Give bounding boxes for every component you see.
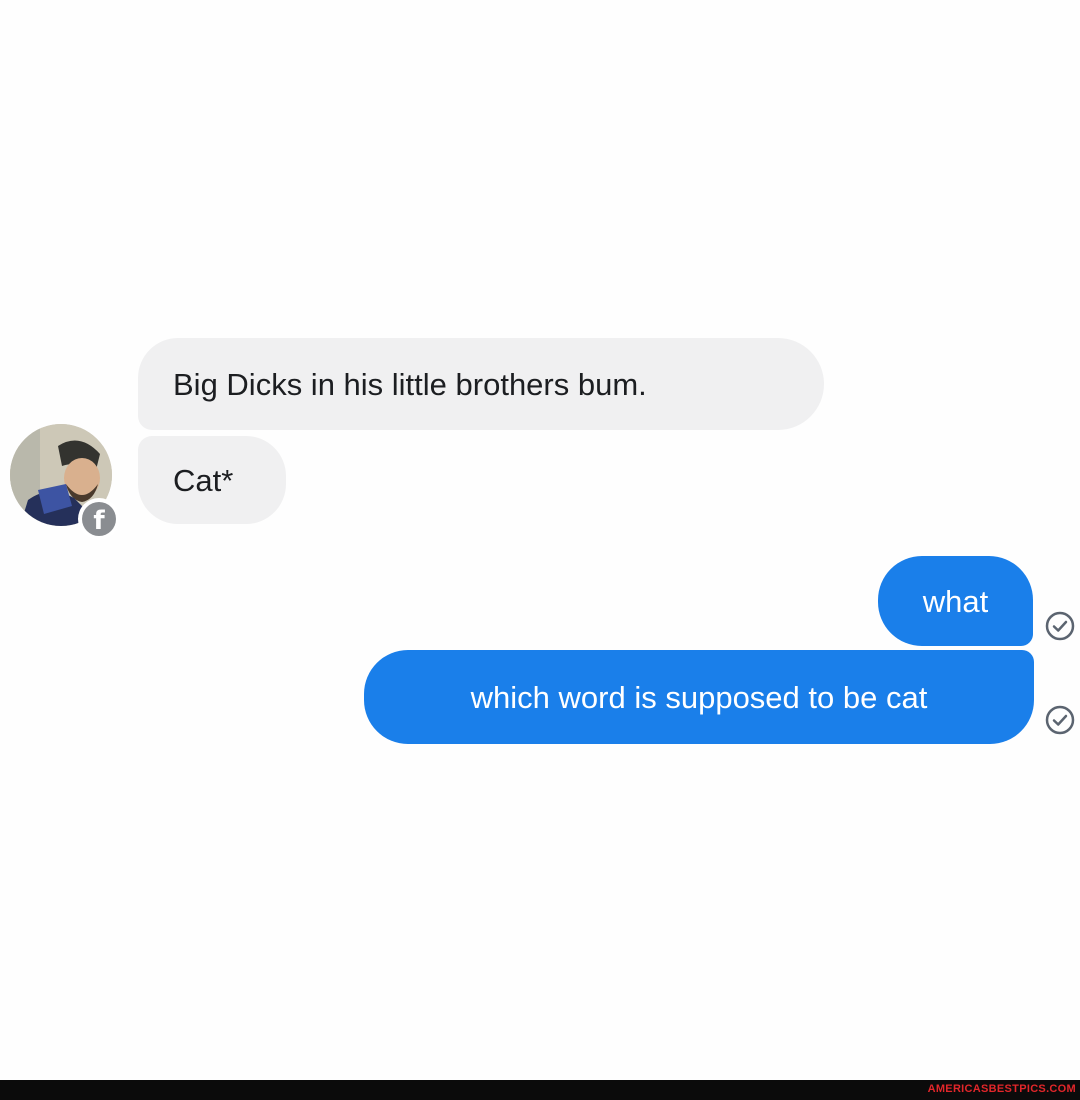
- message-text: Cat*: [173, 462, 234, 498]
- incoming-message-bubble[interactable]: Cat*: [138, 436, 286, 524]
- facebook-badge: f: [78, 498, 120, 540]
- footer-bar: AMERICASBESTPICS.COM: [0, 1080, 1080, 1100]
- message-text: which word is supposed to be cat: [470, 679, 928, 715]
- watermark-text: AMERICASBESTPICS.COM: [927, 1083, 1076, 1095]
- incoming-message-bubble[interactable]: Big Dicks in his little brothers bum.: [138, 338, 824, 430]
- message-text: what: [922, 583, 989, 619]
- check-circle-icon: [1045, 705, 1075, 735]
- facebook-icon: f: [82, 502, 116, 536]
- outgoing-message-bubble[interactable]: what: [878, 556, 1033, 646]
- check-circle-icon: [1045, 611, 1075, 641]
- message-text: Big Dicks in his little brothers bum.: [173, 366, 647, 402]
- message-thread: f Big Dicks in his little brothers bum. …: [0, 0, 1080, 1080]
- outgoing-message-bubble[interactable]: which word is supposed to be cat: [364, 650, 1034, 744]
